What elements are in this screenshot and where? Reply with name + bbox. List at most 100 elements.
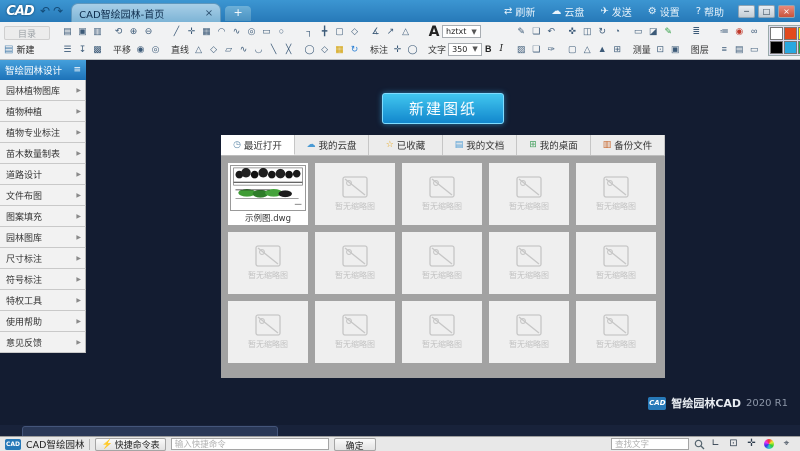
- toolbar-button[interactable]: ✛: [390, 42, 405, 57]
- font-select[interactable]: hztxt ▼: [442, 25, 481, 39]
- command-bar[interactable]: [22, 426, 278, 436]
- toolbar-button[interactable]: ▢: [332, 24, 347, 39]
- text-label[interactable]: 文字: [428, 43, 446, 56]
- toolbar-button[interactable]: ◎: [244, 24, 259, 39]
- toolbar-button[interactable]: ∿: [236, 42, 251, 57]
- forward-icon[interactable]: ↷: [53, 4, 63, 18]
- maximize-icon[interactable]: □: [758, 4, 775, 18]
- toolbar-button[interactable]: ┐: [302, 24, 317, 39]
- toolbar-button[interactable]: ╱: [169, 24, 184, 39]
- swatch-red[interactable]: [783, 27, 797, 40]
- swatch-blue[interactable]: [783, 41, 797, 54]
- minimize-icon[interactable]: ─: [738, 4, 755, 18]
- toolbar-button[interactable]: ⊕: [126, 24, 141, 39]
- file-tab[interactable]: ☆ 已收藏: [369, 135, 443, 155]
- statusbar-app-tab[interactable]: CAD智绘园林: [26, 437, 84, 451]
- tab-close-icon[interactable]: ×: [205, 8, 213, 19]
- swatch-white[interactable]: [769, 27, 783, 40]
- toolbar-button[interactable]: △: [398, 24, 413, 39]
- back-icon[interactable]: ↶: [40, 4, 50, 18]
- toolbar-button[interactable]: ◫: [580, 24, 595, 39]
- file-tab[interactable]: ◷ 最近打开: [221, 135, 295, 155]
- toolbar-button[interactable]: ↶: [544, 24, 559, 39]
- titlebar-action-button[interactable]: ? 帮助: [696, 4, 724, 19]
- cursor-icon[interactable]: ⌖: [781, 439, 792, 450]
- sidebar-item[interactable]: 尺寸标注 ▶: [0, 248, 86, 269]
- new-drawing-button[interactable]: 新建图纸: [381, 93, 504, 124]
- search-icon[interactable]: [694, 439, 705, 450]
- toolbar-button[interactable]: ❏: [529, 42, 544, 57]
- titlebar-action-button[interactable]: ✈ 发送: [600, 4, 631, 19]
- toolbar-button[interactable]: ✛: [184, 24, 199, 39]
- sidebar-item[interactable]: 特权工具 ▶: [0, 290, 86, 311]
- toolbar-button[interactable]: ╳: [281, 42, 296, 57]
- toolbar-button[interactable]: ▩: [90, 42, 105, 57]
- toolbar-button[interactable]: ∿: [229, 24, 244, 39]
- viewport-icon[interactable]: ⊡: [728, 439, 739, 450]
- file-tab[interactable]: ▥ 备份文件: [591, 135, 665, 155]
- toolbar-button[interactable]: ◪: [646, 24, 661, 39]
- toolbar-button[interactable]: ◉: [133, 42, 148, 57]
- search-input[interactable]: [611, 438, 689, 450]
- toolbar-button[interactable]: ▦: [199, 24, 214, 39]
- toolbar-button[interactable]: ▣: [75, 24, 90, 39]
- colorwheel-icon[interactable]: ●: [764, 439, 774, 449]
- measure-label[interactable]: 测量: [633, 43, 651, 56]
- toolbar-button[interactable]: ▣: [668, 42, 683, 57]
- toolbar-button[interactable]: ⊞: [610, 42, 625, 57]
- new-drawing-toolbar-button[interactable]: ▤ 新建: [4, 43, 50, 56]
- toolbar-button[interactable]: △: [580, 42, 595, 57]
- sidebar-item[interactable]: 园林植物图库 ▶: [0, 80, 86, 101]
- toolbar-button[interactable]: ✑: [544, 42, 559, 57]
- toolbar-button[interactable]: ◇: [206, 42, 221, 57]
- sidebar-item[interactable]: 植物种植 ▶: [0, 101, 86, 122]
- line-label[interactable]: 直线: [171, 43, 189, 56]
- toolbar-button[interactable]: ⊖: [141, 24, 156, 39]
- toolbar-button[interactable]: ◯: [405, 42, 420, 57]
- pan-label[interactable]: 平移: [113, 43, 131, 56]
- ucs-axis-icon[interactable]: ∟: [710, 439, 721, 450]
- layer-label[interactable]: 图层: [691, 43, 709, 56]
- titlebar-action-button[interactable]: ☁ 云盘: [551, 4, 584, 19]
- toolbar-button[interactable]: ✎: [514, 24, 529, 39]
- sidebar-item[interactable]: 道路设计 ▶: [0, 164, 86, 185]
- dimension-label[interactable]: 标注: [370, 43, 388, 56]
- sidebar-item[interactable]: 苗木数量制表 ▶: [0, 143, 86, 164]
- sidebar-item[interactable]: 意见反馈 ▶: [0, 332, 86, 353]
- toolbar-button[interactable]: ∞: [747, 24, 762, 39]
- toolbar-button[interactable]: ▨: [514, 42, 529, 57]
- toolbar-button[interactable]: ▢: [565, 42, 580, 57]
- sidebar-item[interactable]: 符号标注 ▶: [0, 269, 86, 290]
- menu-icon[interactable]: ≡: [73, 65, 81, 75]
- catalog-button[interactable]: 目录: [4, 25, 50, 40]
- toolbar-button[interactable]: ≣: [689, 24, 704, 39]
- titlebar-action-button[interactable]: ⇄ 刷新: [504, 4, 535, 19]
- toolbar-button[interactable]: △: [191, 42, 206, 57]
- toolbar-button[interactable]: ▭: [631, 24, 646, 39]
- toolbar-button[interactable]: ↻: [347, 42, 362, 57]
- toolbar-button[interactable]: ↗: [383, 24, 398, 39]
- toolbar-button[interactable]: ▤: [60, 24, 75, 39]
- toolbar-button[interactable]: ∡: [368, 24, 383, 39]
- toolbar-button[interactable]: ◔: [610, 24, 625, 39]
- sidebar-item[interactable]: 园林图库 ▶: [0, 227, 86, 248]
- document-tab[interactable]: CAD智绘园林-首页 ×: [71, 3, 222, 22]
- toolbar-button[interactable]: ↧: [75, 42, 90, 57]
- crosshair-icon[interactable]: ✛: [746, 439, 757, 450]
- new-tab-button[interactable]: +: [225, 5, 252, 21]
- toolbar-button[interactable]: ≔: [717, 24, 732, 39]
- toolbar-button[interactable]: ⟲: [111, 24, 126, 39]
- toolbar-button[interactable]: ╋: [317, 24, 332, 39]
- swatch-black[interactable]: [769, 41, 783, 54]
- confirm-button[interactable]: 确定: [333, 437, 376, 451]
- toolbar-button[interactable]: ≡: [717, 42, 732, 57]
- sidebar-item[interactable]: 图案填充 ▶: [0, 206, 86, 227]
- toolbar-button[interactable]: ✜: [565, 24, 580, 39]
- toolbar-button[interactable]: ◇: [347, 24, 362, 39]
- toolbar-button[interactable]: ▦: [332, 42, 347, 57]
- toolbar-button[interactable]: ☰: [60, 42, 75, 57]
- toolbar-button[interactable]: ▤: [732, 42, 747, 57]
- toolbar-button[interactable]: ╲: [266, 42, 281, 57]
- toolbar-button[interactable]: ◉: [732, 24, 747, 39]
- close-icon[interactable]: ×: [778, 4, 795, 18]
